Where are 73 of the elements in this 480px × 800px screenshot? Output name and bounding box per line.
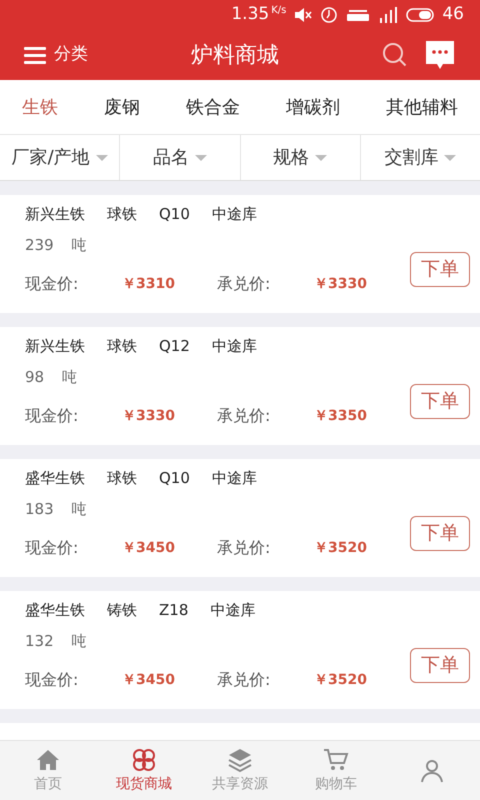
message-icon[interactable]	[424, 39, 456, 71]
mute-icon	[294, 7, 312, 23]
order-button[interactable]: 下单	[410, 516, 470, 551]
acceptance-price: ￥3330	[314, 274, 367, 294]
acceptance-price: ￥3520	[314, 670, 367, 690]
quantity-text: 132	[25, 630, 54, 652]
depot-name: 中途库	[210, 600, 256, 621]
price-label: 现金价:	[25, 405, 80, 427]
price-label: 承兑价:	[217, 669, 272, 691]
battery-icon	[406, 7, 434, 23]
caret-icon	[315, 154, 328, 160]
order-button[interactable]: 下单	[410, 252, 470, 287]
nav-tab[interactable]: 现货商城	[96, 741, 192, 800]
price-label: 承兑价:	[217, 537, 272, 559]
maker-name: 盛华生铁	[25, 600, 85, 621]
quantity-text: 239	[25, 234, 54, 256]
signal-icon	[378, 6, 398, 24]
category-menu-button[interactable]: 分类	[24, 42, 88, 68]
search-icon[interactable]	[382, 42, 408, 68]
layers-icon	[227, 746, 253, 772]
depot-name: 中途库	[212, 204, 257, 225]
product-name: 球铁	[107, 468, 137, 489]
order-button[interactable]: 下单	[410, 648, 470, 683]
category-tab[interactable]: 增碳剂	[280, 90, 346, 124]
unit-text: 吨	[72, 630, 87, 652]
maker-name: 新兴生铁	[25, 336, 85, 357]
category-tab[interactable]: 废钢	[98, 90, 146, 124]
price-label: 承兑价:	[217, 405, 272, 427]
spec-text: Q10	[159, 468, 190, 489]
quantity-text: 98	[25, 366, 44, 388]
unit-text: 吨	[72, 234, 87, 256]
maker-name: 盛华生铁	[25, 468, 85, 489]
caret-icon	[194, 154, 207, 160]
page-title: 炉料商城	[191, 42, 279, 68]
acceptance-price: ￥3350	[314, 406, 367, 426]
battery-level: 46	[442, 3, 464, 26]
cart-icon	[323, 746, 349, 772]
maker-name: 新兴生铁	[25, 204, 85, 225]
speed-unit: K/s	[271, 6, 286, 16]
price-label: 现金价:	[25, 537, 80, 559]
quantity-text: 183	[25, 498, 54, 520]
depot-name: 中途库	[212, 468, 257, 489]
cash-price: ￥3330	[122, 406, 176, 426]
menu-icon	[24, 46, 46, 64]
price-label: 现金价:	[25, 669, 80, 691]
spec-text: Q10	[159, 204, 190, 225]
nav-tab[interactable]: 共享资源	[192, 741, 288, 800]
spec-text: Q12	[159, 336, 190, 357]
product-name: 球铁	[107, 336, 137, 357]
cash-price: ￥3450	[122, 538, 176, 558]
network-speed: 1.35	[231, 3, 270, 26]
spec-text: Z18	[159, 600, 188, 621]
product-name: 球铁	[107, 204, 137, 225]
person-icon	[419, 758, 445, 784]
cash-price: ￥3310	[122, 274, 176, 294]
order-button[interactable]: 下单	[410, 384, 470, 419]
category-tab[interactable]: 生铁	[16, 90, 64, 124]
product-name: 铸铁	[107, 600, 137, 621]
caret-icon	[96, 154, 108, 160]
category-tab[interactable]: 铁合金	[180, 90, 246, 124]
alarm-icon	[320, 6, 338, 24]
category-tab[interactable]: 其他辅料	[380, 90, 464, 124]
nav-tab[interactable]: 购物车	[288, 741, 384, 800]
clover-icon	[131, 746, 157, 772]
unit-text: 吨	[72, 498, 87, 520]
price-label: 承兑价:	[217, 273, 272, 295]
caret-icon	[444, 154, 456, 160]
price-label: 现金价:	[25, 273, 80, 295]
acceptance-price: ￥3520	[314, 538, 367, 558]
cash-price: ￥3450	[122, 670, 176, 690]
depot-name: 中途库	[212, 336, 257, 357]
nav-tab[interactable]: 首页	[0, 741, 96, 800]
unit-text: 吨	[62, 366, 78, 388]
